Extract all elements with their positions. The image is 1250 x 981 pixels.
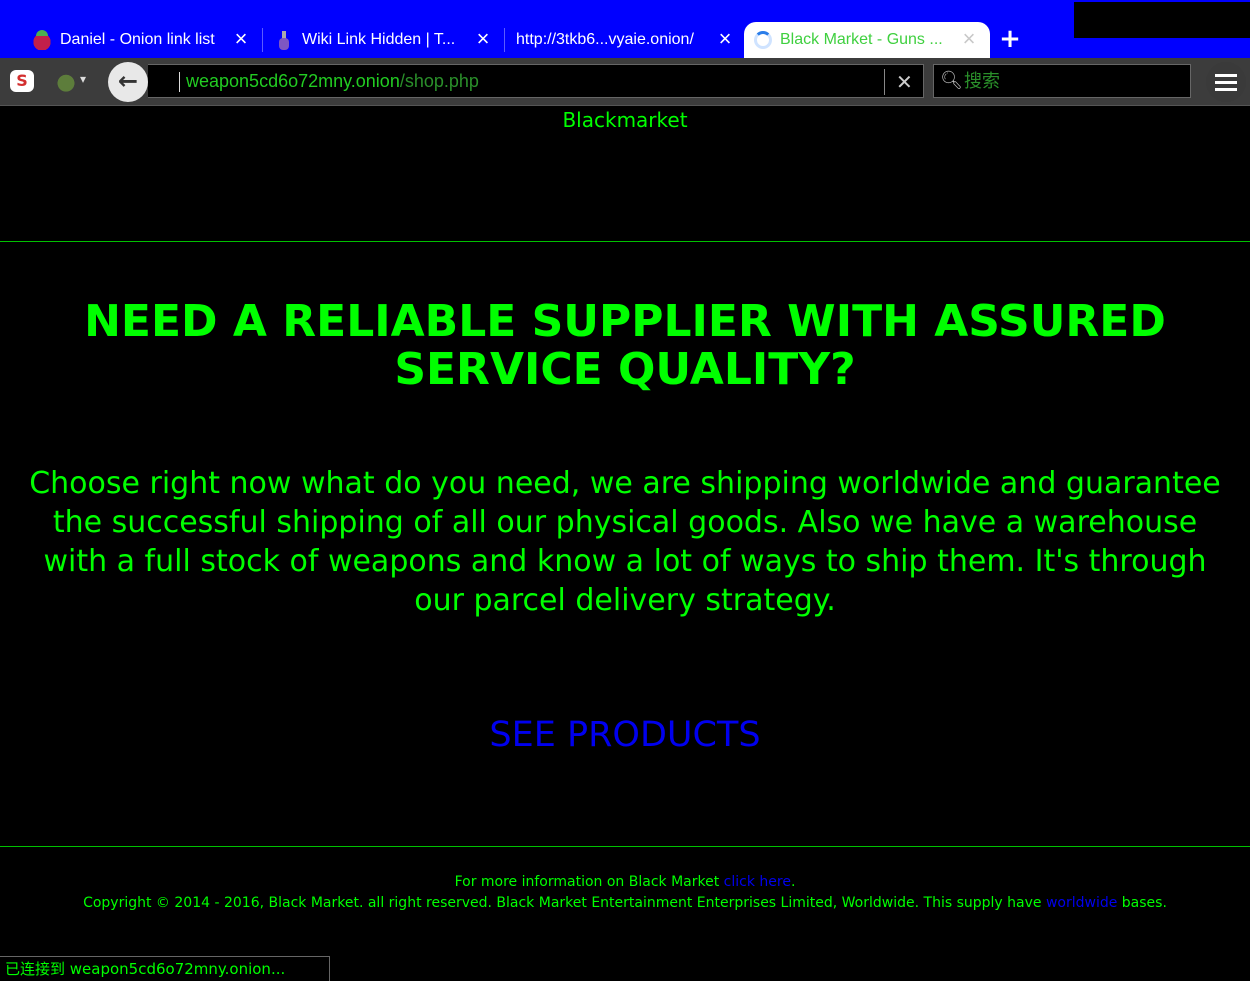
loading-spinner-icon — [754, 31, 772, 49]
close-tab-icon[interactable]: × — [230, 28, 252, 51]
see-products-link[interactable]: SEE PRODUCTS — [489, 715, 760, 755]
menu-line — [1215, 81, 1237, 84]
url-separator — [884, 69, 885, 95]
copyright-suffix: bases. — [1117, 895, 1167, 911]
footer-divider — [0, 846, 1250, 847]
tab-label: Daniel - Onion link list — [60, 31, 215, 48]
intro-paragraph: Choose right now what do you need, we ar… — [29, 466, 1221, 618]
click-here-link[interactable]: click here — [724, 874, 791, 890]
url-bar[interactable]: weapon5cd6o72mny.onion/shop.php ✕ — [148, 64, 924, 98]
tab-black-market-active[interactable]: Black Market - Guns ... × — [744, 22, 990, 58]
titlebar-block — [1074, 2, 1250, 38]
new-tab-button[interactable]: + — [996, 26, 1024, 54]
header-divider — [0, 241, 1250, 242]
worldwide-link[interactable]: worldwide — [1046, 895, 1117, 911]
site-title: Blackmarket — [562, 108, 688, 132]
tab-onion-link-list[interactable]: Daniel - Onion link list × — [22, 22, 263, 58]
status-bar: 已连接到 weapon5cd6o72mny.onion... — [0, 956, 330, 981]
close-tab-icon[interactable]: × — [958, 28, 980, 51]
tab-label: Wiki Link Hidden | T... — [302, 31, 456, 48]
footer-info-text: For more information on Black Market — [454, 874, 724, 890]
hamburger-menu-button[interactable] — [1206, 62, 1246, 102]
tab-strip: Daniel - Onion link list × Wiki Link Hid… — [0, 0, 1250, 58]
tab-onion-url[interactable]: http://3tkb6...vyaie.onion/ × — [506, 22, 746, 58]
page-content: Blackmarket NEED A RELIABLE SUPPLIER WIT… — [0, 106, 1250, 981]
headline: NEED A RELIABLE SUPPLIER WITH ASSURED SE… — [84, 296, 1166, 395]
tab-label: http://3tkb6...vyaie.onion/ — [516, 31, 694, 48]
search-input[interactable] — [964, 69, 1184, 93]
close-tab-icon[interactable]: × — [714, 28, 736, 51]
url-text[interactable]: weapon5cd6o72mny.onion/shop.php — [186, 71, 479, 92]
raspberry-icon — [32, 30, 52, 50]
url-host: weapon5cd6o72mny.onion — [186, 71, 400, 91]
clear-url-icon[interactable]: ✕ — [896, 69, 913, 95]
search-bar[interactable]: 🔍︎ — [933, 64, 1191, 98]
text-caret — [179, 72, 180, 92]
close-tab-icon[interactable]: × — [472, 28, 494, 51]
bottle-icon — [274, 30, 294, 50]
back-button[interactable]: ← — [108, 62, 148, 102]
tab-label: Black Market - Guns ... — [780, 31, 943, 48]
tab-wiki-link-hidden[interactable]: Wiki Link Hidden | T... × — [264, 22, 505, 58]
footer-info-suffix: . — [790, 874, 796, 890]
search-icon: 🔍︎ — [940, 70, 963, 91]
url-path: /shop.php — [399, 71, 479, 91]
menu-line — [1215, 88, 1237, 91]
see-products-container: SEE PRODUCTS — [0, 715, 1250, 755]
onion-icon[interactable] — [56, 70, 76, 92]
footer-info: For more information on Black Market cli… — [0, 874, 1250, 890]
copyright-text: Copyright © 2014 - 2016, Black Market. a… — [83, 895, 1046, 911]
footer-copyright: Copyright © 2014 - 2016, Black Market. a… — [0, 895, 1250, 911]
s-extension-icon[interactable]: S — [10, 70, 34, 92]
menu-line — [1215, 74, 1237, 77]
tab-separator — [262, 28, 263, 52]
tab-separator — [504, 28, 505, 52]
chevron-down-icon[interactable]: ▾ — [80, 72, 86, 86]
navigation-bar: S ▾ ← weapon5cd6o72mny.onion/shop.php ✕ … — [0, 58, 1250, 106]
